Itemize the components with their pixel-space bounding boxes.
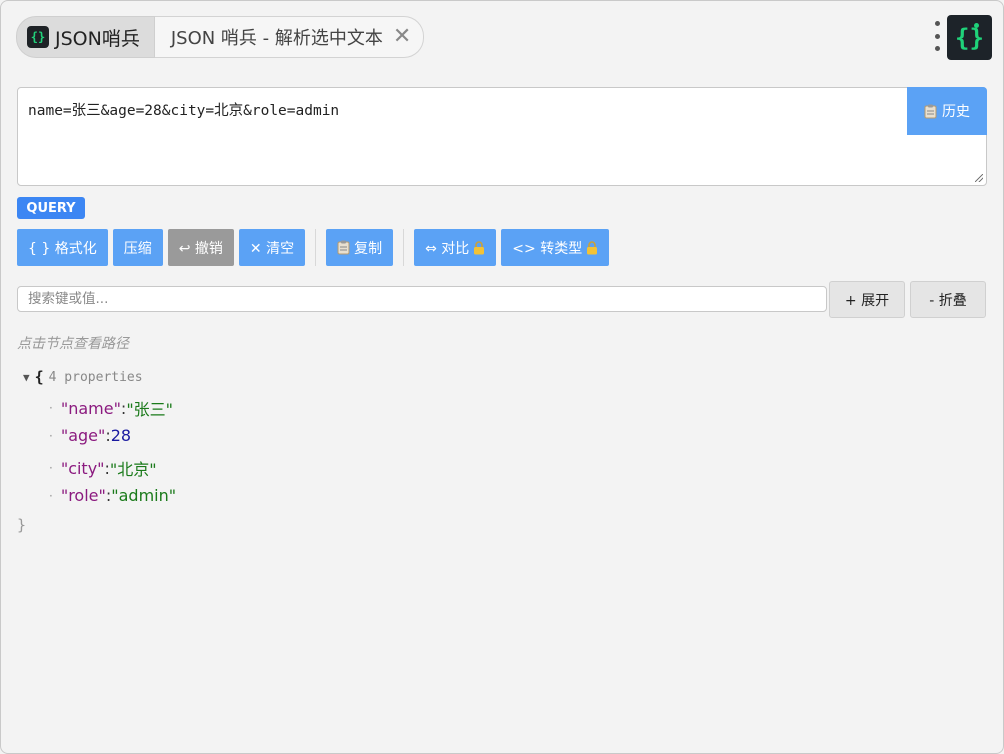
tree-value: "admin": [111, 486, 177, 505]
tree-key: "name": [60, 398, 121, 418]
tree-value: "北京": [109, 460, 157, 479]
bullet: ·: [49, 461, 53, 475]
tree-value: "张三": [126, 400, 174, 419]
lock-icon: [474, 240, 485, 254]
tree-key: "role": [60, 486, 106, 505]
resize-handle[interactable]: [975, 174, 983, 182]
tab-title: JSON 哨兵 - 解析选中文本: [170, 28, 383, 49]
brand-logo-icon: {}: [27, 26, 49, 48]
app-logo-icon: {}: [947, 15, 992, 60]
format-badge: QUERY: [17, 197, 85, 219]
close-brace: }: [17, 516, 27, 534]
compare-label: ⇔ 对比: [425, 240, 470, 257]
app-window: {} JSON哨兵 JSON 哨兵 - 解析选中文本 ✕ {} name=张三&…: [0, 0, 1004, 754]
tree-value: 28: [110, 426, 132, 445]
copy-button[interactable]: 复制: [326, 229, 394, 266]
tree-row-city[interactable]: · "city": "北京": [49, 456, 157, 480]
more-menu-icon[interactable]: [931, 21, 943, 51]
lock-icon: [587, 240, 598, 254]
bullet: ·: [49, 488, 53, 503]
close-icon[interactable]: ✕: [393, 26, 411, 48]
toolbar-divider: [315, 229, 317, 266]
tree-row-role[interactable]: · "role": "admin": [49, 486, 176, 505]
compress-button[interactable]: 压缩: [112, 229, 163, 266]
path-hint: 点击节点查看路径: [17, 336, 129, 352]
tree-key: "age": [60, 426, 106, 445]
bullet: ·: [49, 401, 53, 415]
property-count: 4 properties: [48, 369, 143, 385]
clipboard-icon: [924, 104, 937, 118]
convert-label: <> 转类型: [512, 240, 583, 257]
tab-parse-selection[interactable]: JSON 哨兵 - 解析选中文本 ✕: [154, 16, 425, 58]
json-tree: ▼ { 4 properties: [23, 366, 143, 388]
clipboard-icon: [337, 240, 350, 255]
compare-button[interactable]: ⇔ 对比: [414, 229, 497, 266]
history-button[interactable]: 历史: [907, 87, 987, 135]
format-button[interactable]: { } 格式化: [17, 229, 108, 266]
search-input[interactable]: [17, 286, 827, 312]
copy-label: 复制: [354, 240, 383, 257]
json-input-textarea[interactable]: name=张三&age=28&city=北京&role=admin 历史: [17, 87, 987, 186]
bullet: ·: [49, 428, 53, 443]
tree-row-name[interactable]: · "name": "张三": [49, 396, 173, 420]
brand-name: JSON哨兵: [55, 27, 140, 50]
history-label: 历史: [942, 104, 970, 120]
toolbar: { } 格式化 压缩 ↩ 撤销 ✕ 清空 复制 ⇔ 对比 <> 转类型: [17, 229, 610, 266]
tree-key: "city": [60, 458, 105, 478]
toolbar-divider: [403, 229, 405, 266]
open-brace: {: [34, 368, 44, 386]
tab-bar: {} JSON哨兵 JSON 哨兵 - 解析选中文本 ✕: [16, 16, 425, 58]
collapse-all-button[interactable]: - 折叠: [910, 281, 986, 318]
collapse-caret-icon[interactable]: ▼: [23, 371, 30, 384]
clear-button[interactable]: ✕ 清空: [238, 229, 306, 266]
expand-all-button[interactable]: + 展开: [829, 281, 905, 318]
brand-tab[interactable]: {} JSON哨兵: [16, 16, 155, 58]
input-text: name=张三&age=28&city=北京&role=admin: [28, 103, 340, 119]
undo-button[interactable]: ↩ 撤销: [167, 229, 234, 266]
convert-type-button[interactable]: <> 转类型: [501, 229, 610, 266]
tree-row-age[interactable]: · "age":28: [49, 426, 131, 445]
tree-root-node[interactable]: ▼ { 4 properties: [23, 366, 143, 388]
